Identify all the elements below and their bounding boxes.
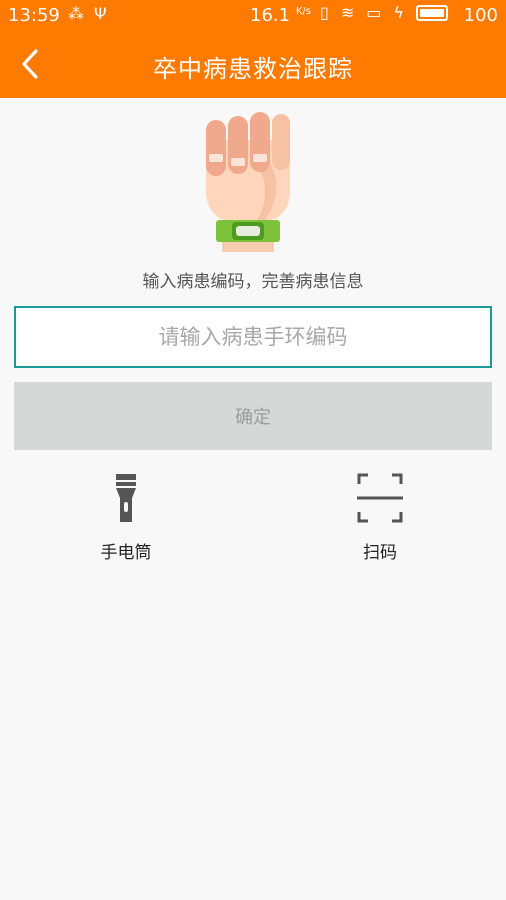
usb-icon: Ψ [94, 4, 107, 23]
page-title: 卒中病患救治跟踪 [153, 55, 353, 83]
screen-icon: ▭ [366, 3, 382, 22]
wifi-icon: ≋ [340, 3, 355, 22]
patient-code-input[interactable] [14, 306, 492, 368]
hand-wristband-illustration [206, 112, 290, 252]
status-right-icons: ▯ ≋ ▭ ϟ [320, 3, 448, 22]
status-left-icons: ⁂ Ψ [68, 4, 107, 23]
status-bar: 13:59 ⁂ Ψ 16.1 K/s ▯ ≋ ▭ ϟ 100 [0, 0, 506, 32]
flashlight-icon [116, 474, 136, 522]
input-prompt: 输入病患编码，完善病患信息 [142, 272, 364, 292]
flashlight-label: 手电筒 [100, 543, 152, 563]
share-icon: ⁂ [68, 4, 84, 23]
net-speed: 16.1 K/s [250, 5, 311, 26]
charging-icon: ϟ [393, 3, 404, 22]
scan-frame-icon [357, 473, 403, 523]
net-speed-unit: K/s [295, 6, 311, 17]
battery-icon [415, 4, 448, 21]
confirm-button[interactable]: 确定 [14, 382, 492, 450]
vibrate-icon: ▯ [320, 3, 329, 22]
scan-label: 扫码 [363, 543, 397, 563]
scan-button[interactable]: 扫码 [320, 472, 440, 568]
app-bar: 卒中病患救治跟踪 [0, 32, 506, 98]
flashlight-button[interactable]: 手电筒 [66, 472, 186, 568]
battery-level: 100 [463, 5, 498, 26]
status-time: 13:59 [8, 5, 60, 26]
